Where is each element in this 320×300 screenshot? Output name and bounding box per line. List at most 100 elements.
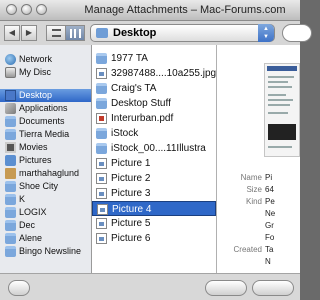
sidebar-item-label: Tierra Media xyxy=(19,129,70,139)
file-label: 1977 TA xyxy=(111,53,148,64)
thumbnail-header xyxy=(267,66,297,71)
list-view-button[interactable] xyxy=(46,25,66,41)
file-item[interactable]: Picture 6 xyxy=(92,231,216,246)
file-label: Picture 1 xyxy=(111,158,151,169)
image-file-icon xyxy=(96,218,107,229)
image-file-icon xyxy=(97,204,108,215)
sidebar-item-alene[interactable]: Alene xyxy=(0,232,91,245)
file-label: iStock xyxy=(111,128,139,139)
open-dialog-window: Manage Attachments – Mac-Forums.com ◀ ▶ … xyxy=(0,0,312,300)
file-item[interactable]: iStock_00....11Illustra xyxy=(92,141,216,156)
sidebar-item-k[interactable]: K xyxy=(0,193,91,206)
movies-icon xyxy=(5,142,16,153)
file-item[interactable]: Craig's TA xyxy=(92,81,216,96)
sidebar-item-label: Bingo Newsline xyxy=(19,246,82,256)
sidebar-item-marthahaglund[interactable]: marthahaglund xyxy=(0,167,91,180)
cancel-button[interactable] xyxy=(205,280,247,296)
file-item[interactable]: Picture 2 xyxy=(92,171,216,186)
thumbnail-line xyxy=(268,86,292,88)
info-value: N xyxy=(265,257,271,266)
search-field[interactable] xyxy=(282,24,312,42)
column-view-button[interactable] xyxy=(65,25,85,41)
file-item[interactable]: Desktop Stuff xyxy=(92,96,216,111)
folder-icon xyxy=(5,220,16,231)
sidebar-item-label: Shoe City xyxy=(19,181,59,191)
info-value: Fo xyxy=(265,233,275,242)
home-icon xyxy=(5,168,16,179)
file-item-selected[interactable]: Picture 4 xyxy=(92,201,216,216)
folder-icon xyxy=(5,207,16,218)
sidebar-item-network[interactable]: Network xyxy=(0,53,91,66)
list-view-icon xyxy=(52,29,61,37)
sidebar-item-label: Applications xyxy=(19,103,68,113)
info-key: Kind xyxy=(245,197,262,206)
image-file-icon xyxy=(96,158,107,169)
file-item[interactable]: 32987488....10a255.jpg xyxy=(92,66,216,81)
info-row: Ne xyxy=(217,209,300,221)
toolbar: ◀ ▶ Desktop ▲ ▼ xyxy=(0,21,312,45)
thumbnail-line xyxy=(268,112,288,114)
thumbnail-line xyxy=(268,99,293,101)
open-button[interactable] xyxy=(252,280,294,296)
sidebar-item-tierra-media[interactable]: Tierra Media xyxy=(0,128,91,141)
zoom-button[interactable] xyxy=(36,4,47,15)
sidebar-item-label: Desktop xyxy=(19,90,53,100)
file-label: Picture 5 xyxy=(111,218,151,229)
sidebar-item-label: K xyxy=(19,194,26,204)
dialog-button-bar xyxy=(0,273,300,300)
sidebar-item-logix[interactable]: LOGIX xyxy=(0,206,91,219)
sidebar-item-desktop[interactable]: Desktop xyxy=(0,89,91,102)
sidebar-item-pictures[interactable]: Pictures xyxy=(0,154,91,167)
sidebar-item-documents[interactable]: Documents xyxy=(0,115,91,128)
network-globe-icon xyxy=(5,54,16,65)
info-row: Gr xyxy=(217,221,300,233)
sidebar-item-movies[interactable]: Movies xyxy=(0,141,91,154)
info-row: Fo xyxy=(217,233,300,245)
pdf-file-icon xyxy=(96,113,107,124)
location-popup[interactable]: Desktop ▲ ▼ xyxy=(90,24,275,42)
thumbnail-line xyxy=(268,76,294,78)
window-title: Manage Attachments – Mac-Forums.com xyxy=(84,4,286,16)
image-file-icon xyxy=(96,68,107,79)
info-value: Pi xyxy=(265,173,273,182)
pictures-icon xyxy=(5,155,16,166)
file-item[interactable]: Interurban.pdf xyxy=(92,111,216,126)
info-value: Gr xyxy=(265,221,274,230)
info-value: Ta xyxy=(265,245,274,254)
folder-icon xyxy=(5,233,16,244)
folder-icon xyxy=(5,246,16,257)
file-item[interactable]: Picture 1 xyxy=(92,156,216,171)
folder-icon xyxy=(96,128,107,139)
sidebar-item-my-disc[interactable]: My Disc xyxy=(0,66,91,79)
sidebar-item-shoe-city[interactable]: Shoe City xyxy=(0,180,91,193)
minimize-button[interactable] xyxy=(21,4,32,15)
file-item[interactable]: iStock xyxy=(92,126,216,141)
back-button[interactable]: ◀ xyxy=(4,25,20,41)
file-item[interactable]: 1977 TA xyxy=(92,51,216,66)
close-button[interactable] xyxy=(6,4,17,15)
window-controls xyxy=(6,4,47,15)
info-row: N xyxy=(217,257,300,269)
sidebar-item-bingo-newsline[interactable]: Bingo Newsline xyxy=(0,245,91,258)
info-key: Name xyxy=(240,173,262,182)
folder-icon xyxy=(96,98,107,109)
new-folder-button[interactable] xyxy=(8,280,30,296)
file-label: Picture 4 xyxy=(112,204,152,215)
image-file-icon xyxy=(96,173,107,184)
file-item[interactable]: Picture 5 xyxy=(92,216,216,231)
file-item[interactable]: Picture 3 xyxy=(92,186,216,201)
updown-arrows-icon: ▲ ▼ xyxy=(258,24,274,42)
sidebar-item-dec[interactable]: Dec xyxy=(0,219,91,232)
forward-button[interactable]: ▶ xyxy=(21,25,37,41)
title-bar[interactable]: Manage Attachments – Mac-Forums.com xyxy=(0,0,300,21)
sidebar-item-label: My Disc xyxy=(19,67,51,77)
folder-icon xyxy=(96,53,107,64)
chevron-left-icon: ◀ xyxy=(8,28,16,37)
sidebar: Network My Disc Desktop Applications Doc… xyxy=(0,45,92,273)
location-label: Desktop xyxy=(113,27,157,39)
sidebar-item-label: Movies xyxy=(19,142,48,152)
file-column[interactable]: 1977 TA 32987488....10a255.jpg Craig's T… xyxy=(92,45,217,273)
thumbnail-line xyxy=(268,94,286,96)
sidebar-item-applications[interactable]: Applications xyxy=(0,102,91,115)
info-key: Created xyxy=(233,245,262,254)
